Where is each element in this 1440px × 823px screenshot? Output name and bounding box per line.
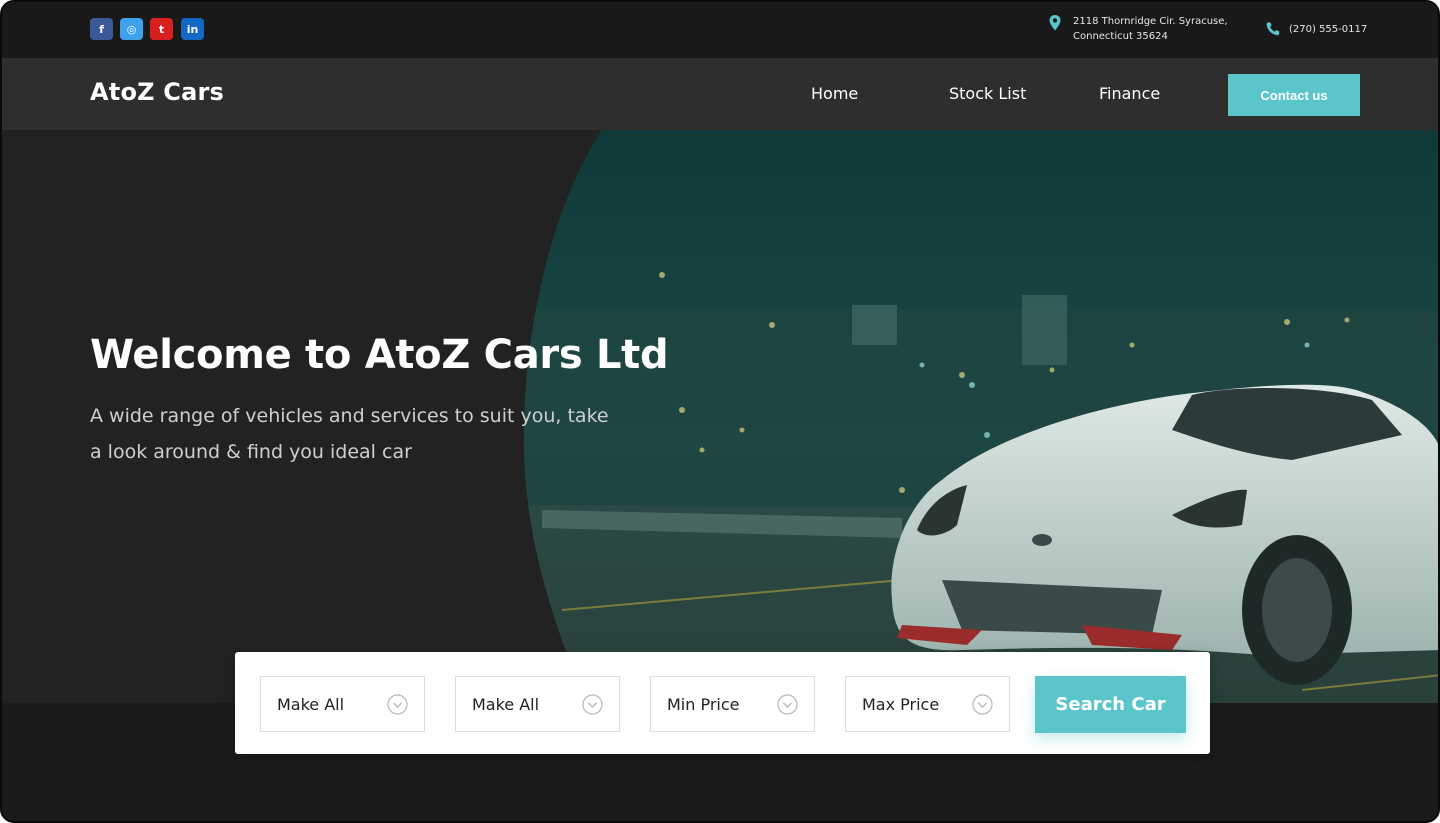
min-price-label: Min Price [667, 694, 740, 714]
nav-home[interactable]: Home [811, 84, 858, 103]
hero-subtitle: A wide range of vehicles and services to… [90, 405, 609, 463]
twitter-icon[interactable]: t [150, 18, 173, 40]
linkedin-icon[interactable]: in [181, 18, 204, 40]
phone-number: (270) 555-0117 [1289, 24, 1368, 35]
make-select-1[interactable]: Make All [260, 676, 425, 732]
hero-title: Welcome to AtoZ Cars Ltd [90, 332, 669, 378]
address-line-1: 2118 Thornridge Cir. Syracuse, [1073, 16, 1228, 27]
address: 2118 Thornridge Cir. Syracuse, Connectic… [1073, 14, 1243, 44]
phone-icon [1266, 22, 1280, 36]
instagram-icon[interactable]: ◎ [120, 18, 143, 40]
nav-finance[interactable]: Finance [1099, 84, 1160, 103]
nav-stock-list[interactable]: Stock List [949, 84, 1026, 103]
hero-section: Welcome to AtoZ Cars Ltd A wide range of… [2, 130, 1438, 703]
page-frame: f ◎ t in 2118 Thornridge Cir. Syracuse, … [0, 0, 1440, 823]
make-select-1-label: Make All [277, 694, 345, 714]
search-panel: Make All Make All Min Price Max Price Se… [235, 652, 1210, 754]
address-line-2: Connecticut 35624 [1073, 31, 1168, 42]
max-price-label: Max Price [862, 694, 940, 714]
chevron-down-icon [972, 694, 993, 715]
facebook-icon[interactable]: f [90, 18, 113, 40]
chevron-down-icon [777, 694, 798, 715]
search-car-button[interactable]: Search Car [1035, 676, 1186, 733]
make-select-2-label: Make All [472, 694, 540, 714]
brand-logo[interactable]: AtoZ Cars [90, 78, 224, 106]
contact-us-button[interactable]: Contact us [1228, 74, 1360, 116]
make-select-2[interactable]: Make All [455, 676, 620, 732]
chevron-down-icon [582, 694, 603, 715]
chevron-down-icon [387, 694, 408, 715]
top-bar: f ◎ t in 2118 Thornridge Cir. Syracuse, … [2, 2, 1438, 58]
min-price-select[interactable]: Min Price [650, 676, 815, 732]
main-navbar: AtoZ Cars Home Stock List Finance Contac… [2, 58, 1438, 130]
location-pin-icon [1049, 15, 1061, 31]
max-price-select[interactable]: Max Price [845, 676, 1010, 732]
